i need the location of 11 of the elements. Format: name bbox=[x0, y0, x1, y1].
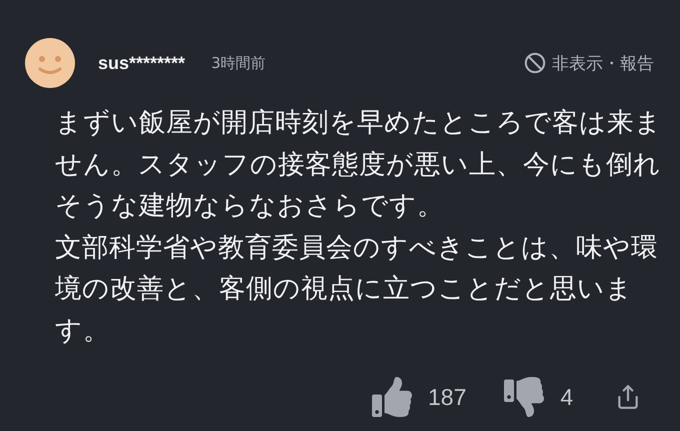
dislike-button[interactable]: 4 bbox=[504, 377, 574, 417]
hide-report-button[interactable]: 非表示・報告 bbox=[524, 52, 654, 74]
thumbs-down-icon bbox=[504, 377, 544, 417]
prohibited-icon bbox=[524, 52, 546, 74]
thumbs-up-icon bbox=[372, 377, 412, 417]
comment-text: 文部科学省や教育委員会のすべきことは、味や環境の改善と、客側の視点に立つことだと思います。 bbox=[55, 230, 659, 348]
avatar-icon bbox=[25, 38, 75, 88]
post-time: 3時間前 bbox=[211, 54, 266, 72]
comment-text: まずい飯屋が開店時刻を早めたところで客は来ません。スタッフの接客態度が悪い上、今にも倒れそうな建物ならなおさらです。 bbox=[55, 106, 663, 223]
username[interactable]: sus******** bbox=[98, 52, 186, 74]
like-button[interactable]: 187 bbox=[372, 377, 466, 417]
